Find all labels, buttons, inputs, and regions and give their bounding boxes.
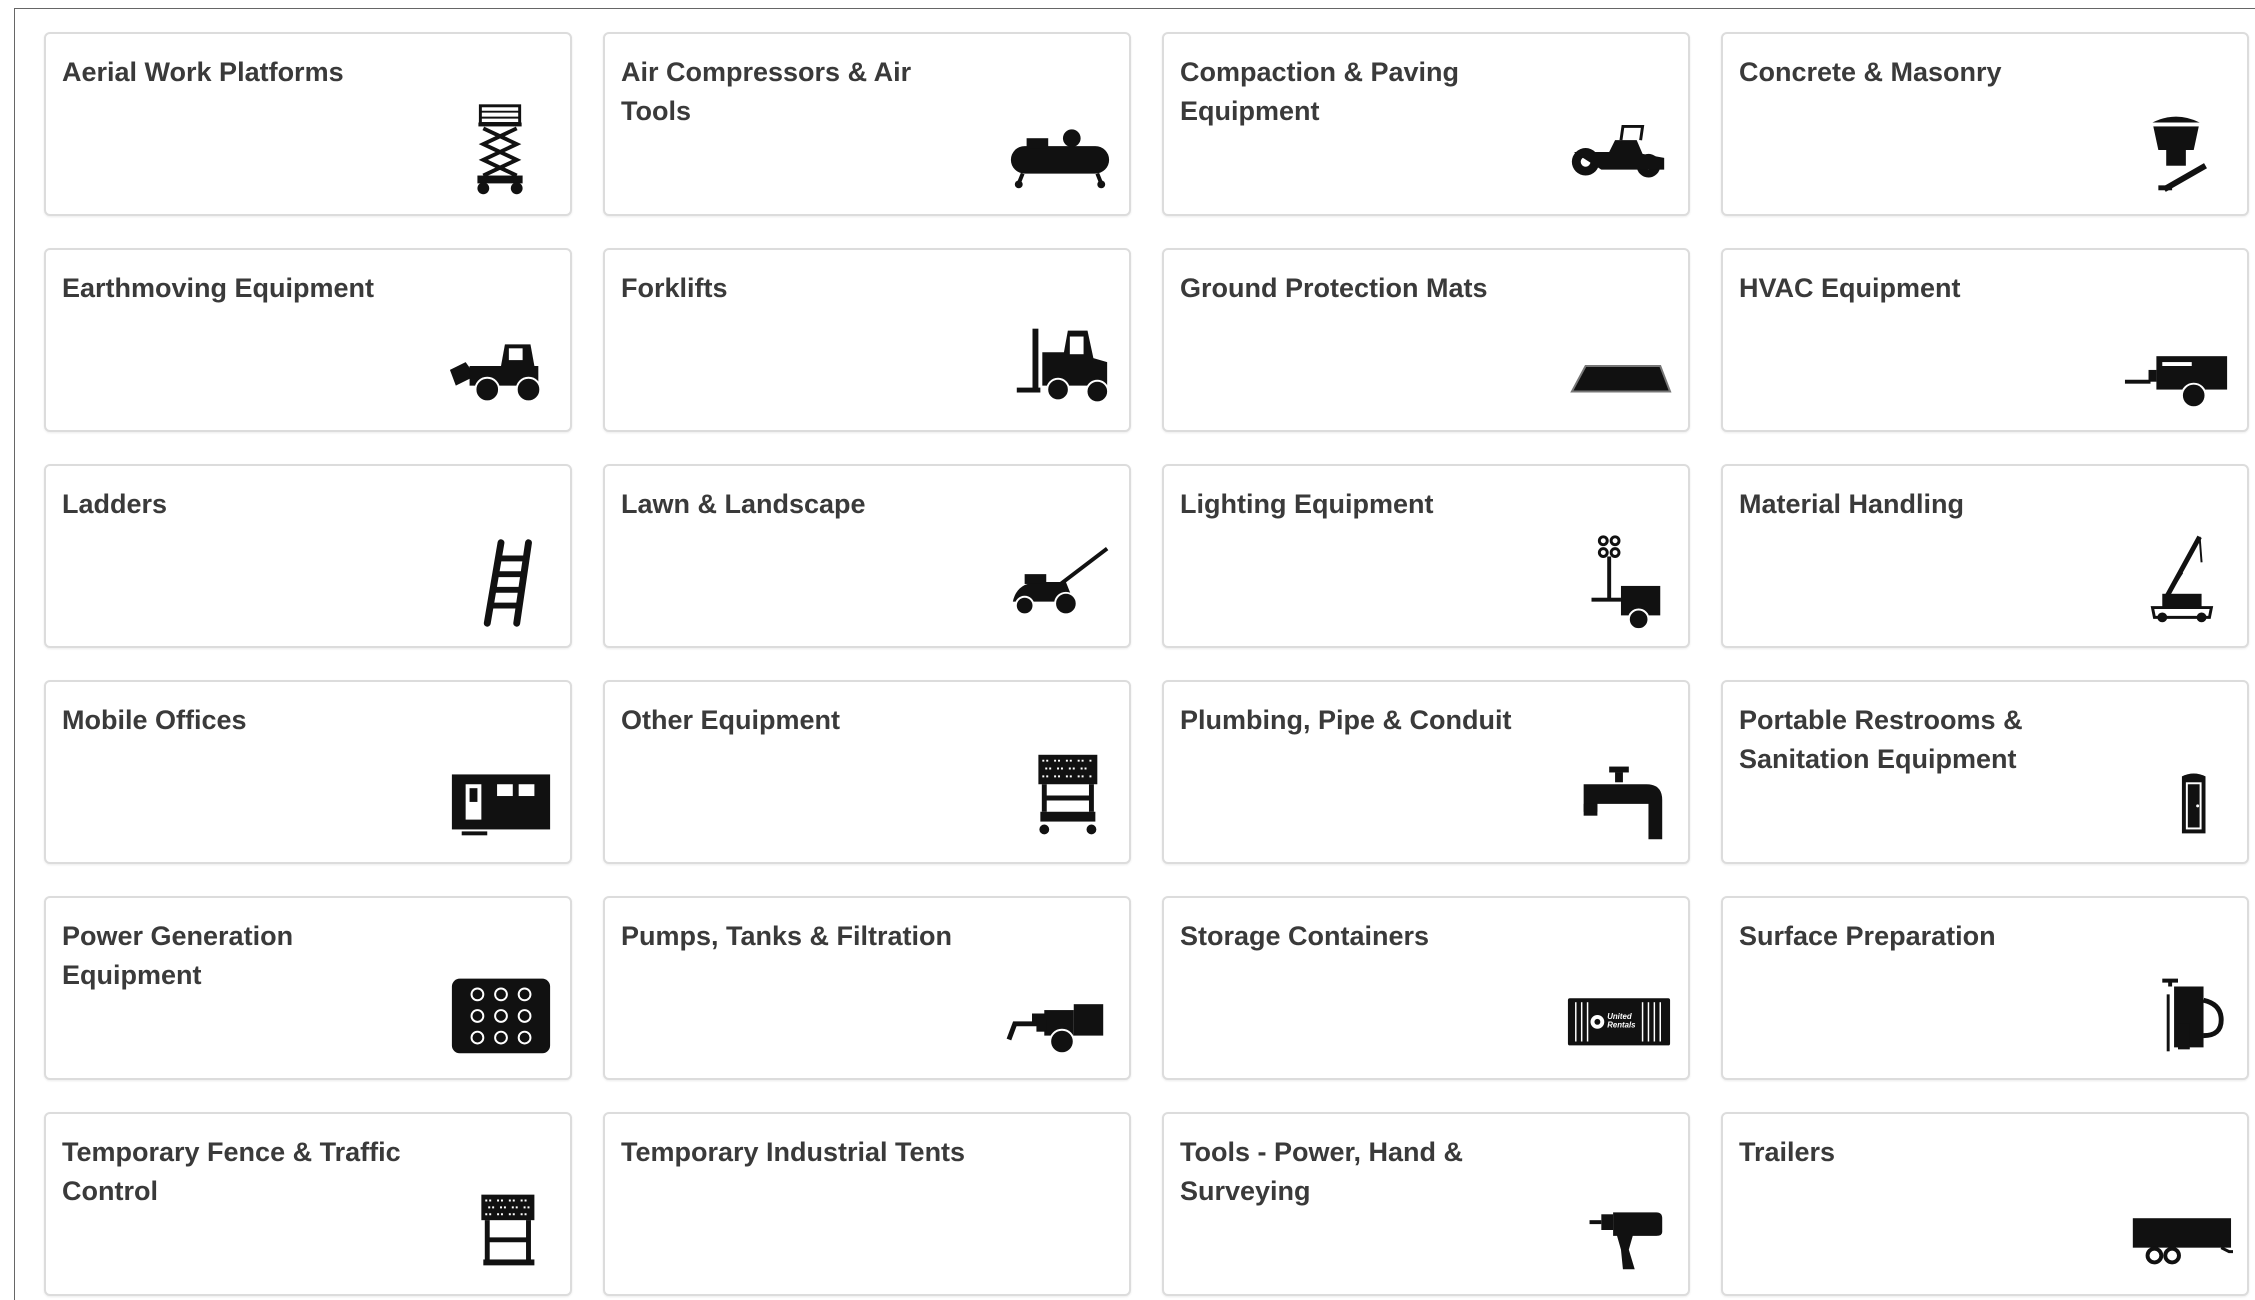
category-card-air-compressors-air-tools[interactable]: Air Compressors & Air Tools <box>603 32 1131 216</box>
category-title: Mobile Offices <box>62 705 247 735</box>
category-card-forklifts[interactable]: Forklifts <box>603 248 1131 432</box>
category-title: HVAC Equipment <box>1739 273 1961 303</box>
category-card-earthmoving-equipment[interactable]: Earthmoving Equipment <box>44 248 572 432</box>
category-card-hvac-equipment[interactable]: HVAC Equipment <box>1721 248 2249 432</box>
trailer-icon <box>2123 1180 2233 1280</box>
category-grid: Aerial Work Platforms Air Compressors & A… <box>44 32 2249 1296</box>
category-title: Power Generation Equipment <box>62 921 294 990</box>
ladder-icon <box>446 532 556 632</box>
category-card-portable-restrooms-sanitation-equipment[interactable]: Portable Restrooms & Sanitation Equipmen… <box>1721 680 2249 864</box>
pump-icon <box>1005 964 1115 1064</box>
category-title: Lighting Equipment <box>1180 489 1434 519</box>
category-title: Trailers <box>1739 1137 1836 1167</box>
air-compressor-icon <box>1005 100 1115 200</box>
category-card-lawn-landscape[interactable]: Lawn & Landscape <box>603 464 1131 648</box>
category-title: Storage Containers <box>1180 921 1430 951</box>
category-title: Temporary Industrial Tents <box>621 1137 966 1167</box>
concrete-hopper-icon <box>2123 100 2233 200</box>
category-card-concrete-masonry[interactable]: Concrete & Masonry <box>1721 32 2249 216</box>
traffic-sign-icon <box>446 1180 556 1280</box>
category-title: Compaction & Paving Equipment <box>1180 57 1460 126</box>
category-title: Concrete & Masonry <box>1739 57 2002 87</box>
telehandler-icon <box>2123 532 2233 632</box>
mobile-office-icon <box>446 748 556 848</box>
forklift-icon <box>1005 316 1115 416</box>
arrow-board-icon <box>1005 748 1115 848</box>
category-title: Earthmoving Equipment <box>62 273 375 303</box>
category-card-surface-preparation[interactable]: Surface Preparation <box>1721 896 2249 1080</box>
category-title: Portable Restrooms & Sanitation Equipmen… <box>1739 705 2023 774</box>
portable-restroom-icon <box>2123 748 2233 848</box>
category-title: Aerial Work Platforms <box>62 57 344 87</box>
category-card-trailers[interactable]: Trailers <box>1721 1112 2249 1296</box>
category-title: Surface Preparation <box>1739 921 1996 951</box>
wheel-loader-icon <box>446 316 556 416</box>
category-card-material-handling[interactable]: Material Handling <box>1721 464 2249 648</box>
category-title: Pumps, Tanks & Filtration <box>621 921 953 951</box>
category-card-ground-protection-mats[interactable]: Ground Protection Mats <box>1162 248 1690 432</box>
hvac-trailer-icon <box>2123 316 2233 416</box>
page-frame: Aerial Work Platforms Air Compressors & A… <box>14 8 2255 1300</box>
category-card-storage-containers[interactable]: Storage Containers United Rentals <box>1162 896 1690 1080</box>
lawn-mower-icon <box>1005 532 1115 632</box>
category-title: Temporary Fence & Traffic Control <box>62 1137 401 1206</box>
category-card-pumps-tanks-filtration[interactable]: Pumps, Tanks & Filtration <box>603 896 1131 1080</box>
category-card-mobile-offices[interactable]: Mobile Offices <box>44 680 572 864</box>
category-title: Forklifts <box>621 273 728 303</box>
light-tower-icon <box>1564 532 1674 632</box>
category-card-temporary-industrial-tents[interactable]: Temporary Industrial Tents <box>603 1112 1131 1296</box>
generator-icon <box>446 964 556 1064</box>
power-drill-icon <box>1564 1180 1674 1280</box>
category-card-lighting-equipment[interactable]: Lighting Equipment <box>1162 464 1690 648</box>
surface-prep-icon <box>2123 964 2233 1064</box>
category-title: Material Handling <box>1739 489 1965 519</box>
category-card-other-equipment[interactable]: Other Equipment <box>603 680 1131 864</box>
svg-text:Rentals: Rentals <box>1607 1021 1636 1030</box>
category-title: Air Compressors & Air Tools <box>621 57 912 126</box>
scissor-lift-icon <box>446 100 556 200</box>
category-card-ladders[interactable]: Ladders <box>44 464 572 648</box>
category-title: Lawn & Landscape <box>621 489 866 519</box>
category-title: Ladders <box>62 489 168 519</box>
svg-text:United: United <box>1607 1012 1632 1021</box>
faucet-icon <box>1564 748 1674 848</box>
category-title: Plumbing, Pipe & Conduit <box>1180 705 1512 735</box>
storage-container-icon: United Rentals <box>1564 964 1674 1064</box>
category-title: Ground Protection Mats <box>1180 273 1488 303</box>
category-title: Other Equipment <box>621 705 841 735</box>
category-card-plumbing-pipe-conduit[interactable]: Plumbing, Pipe & Conduit <box>1162 680 1690 864</box>
category-card-compaction-paving-equipment[interactable]: Compaction & Paving Equipment <box>1162 32 1690 216</box>
category-card-aerial-work-platforms[interactable]: Aerial Work Platforms <box>44 32 572 216</box>
roller-icon <box>1564 100 1674 200</box>
category-card-tools-power-hand-surveying[interactable]: Tools - Power, Hand & Surveying <box>1162 1112 1690 1296</box>
ground-mat-icon <box>1564 316 1674 416</box>
category-card-power-generation-equipment[interactable]: Power Generation Equipment <box>44 896 572 1080</box>
category-card-temporary-fence-traffic-control[interactable]: Temporary Fence & Traffic Control <box>44 1112 572 1296</box>
category-title: Tools - Power, Hand & Surveying <box>1180 1137 1464 1206</box>
